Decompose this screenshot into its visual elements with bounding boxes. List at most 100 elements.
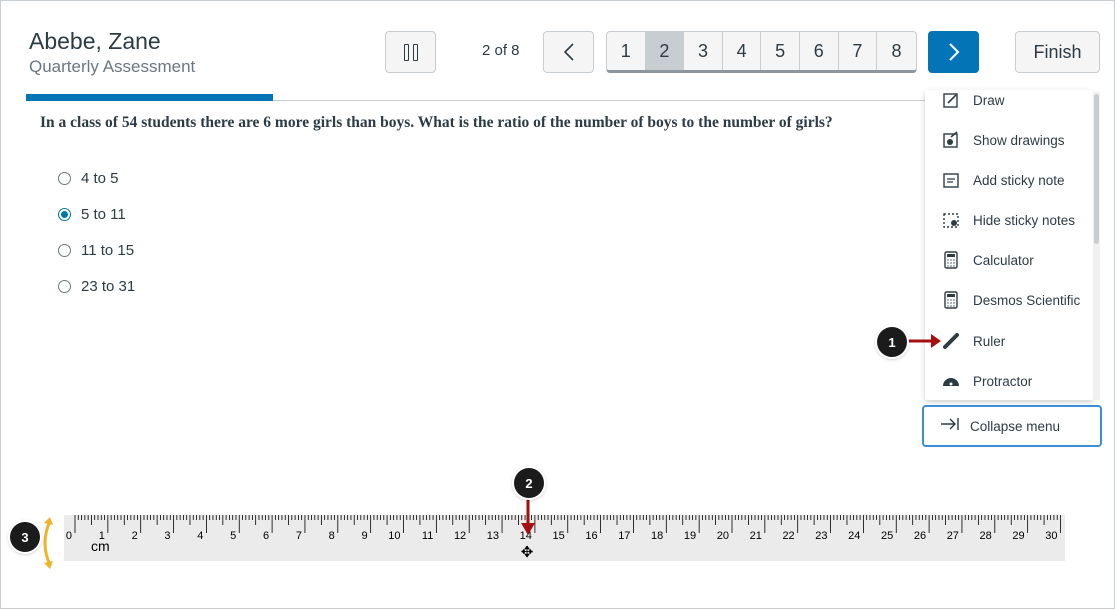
ruler-tick-label: 9	[362, 530, 368, 542]
page-button-3[interactable]: 3	[684, 32, 723, 70]
calculator-icon	[941, 250, 961, 270]
ruler-tick-label: 25	[881, 530, 893, 542]
tools-menu-item-label: Hide sticky notes	[973, 212, 1076, 228]
ruler-tick-label: 21	[750, 530, 762, 542]
page-button-6[interactable]: 6	[800, 32, 839, 70]
answer-options: 4 to 5 5 to 11 11 to 15 23 to 31	[58, 160, 135, 304]
ruler-rotate-handle-icon[interactable]	[36, 515, 56, 571]
tools-menu-item-calculator[interactable]: Calculator	[925, 240, 1093, 280]
ruler-tick-label: 6	[263, 530, 269, 542]
radio-button[interactable]	[58, 243, 71, 257]
chevron-right-icon	[948, 43, 959, 61]
ruler-tick-label: 27	[947, 530, 959, 542]
progress-bar	[26, 94, 274, 101]
ruler-tick-label: 17	[618, 530, 630, 542]
ruler-tick-label: 7	[296, 530, 302, 542]
tools-menu-item-desmos-scientific[interactable]: Desmos Scientific	[925, 280, 1093, 320]
tools-menu-item-label: Protractor	[973, 373, 1033, 389]
callout-1-arrow	[905, 334, 941, 348]
ruler-tick-label: 26	[914, 530, 926, 542]
ruler-scale: 0 1 2 3 4 5 6 7 8 9 10 11 12 13 14 15 16 17 18 19 20 21 22 23 24…	[66, 515, 1061, 542]
ruler-tick-label: 2	[132, 530, 138, 542]
next-button[interactable]	[928, 31, 979, 73]
collapse-icon	[940, 416, 960, 436]
answer-option-label: 11 to 15	[81, 241, 135, 259]
collapse-menu-label: Collapse menu	[970, 418, 1061, 434]
answer-option[interactable]: 23 to 31	[58, 268, 135, 304]
question-counter: 2 of 8	[482, 42, 520, 59]
tools-menu-item-label: Calculator	[973, 252, 1034, 268]
draw-icon	[941, 90, 961, 110]
tools-menu-item-label: Add sticky note	[973, 172, 1065, 188]
tools-menu-scroll-thumb[interactable]	[1094, 94, 1099, 244]
page-button-4[interactable]: 4	[723, 32, 762, 70]
ruler-tick-label: 15	[553, 530, 565, 542]
question-text: In a class of 54 students there are 6 mo…	[40, 114, 833, 131]
answer-option-label: 5 to 11	[81, 205, 126, 223]
ruler-tool[interactable]: 0 1 2 3 4 5 6 7 8 9 10 11 12 13 14 15 16 17 18 19 20 21 22 23 24…	[64, 515, 1065, 561]
finish-button[interactable]: Finish	[1015, 31, 1100, 73]
answer-option[interactable]: 5 to 11	[58, 196, 135, 232]
tools-menu-item-label: Show drawings	[973, 132, 1065, 148]
ruler-unit-label: cm	[91, 538, 110, 554]
tools-menu-item-label: Ruler	[973, 333, 1006, 349]
tools-menu-item-protractor[interactable]: Protractor	[925, 361, 1093, 400]
ruler-tick-label: 10	[388, 530, 400, 542]
pause-icon-bar	[412, 43, 418, 61]
ruler-tick-label: 8	[329, 530, 335, 542]
ruler-tick-label: 22	[782, 530, 794, 542]
ruler-tick-label: 0	[66, 530, 72, 542]
tools-menu-item-show-drawings[interactable]: Show drawings	[925, 120, 1093, 160]
ruler-tick-label: 13	[487, 530, 499, 542]
ruler-move-icon[interactable]: ✥	[519, 545, 535, 561]
ruler-tick-label: 12	[454, 530, 466, 542]
radio-button[interactable]	[58, 207, 71, 221]
ruler-tick-label: 23	[815, 530, 827, 542]
pause-icon	[403, 43, 409, 61]
tools-menu-item-label: Desmos Scientific	[973, 292, 1081, 308]
ruler-tick-label: 19	[684, 530, 696, 542]
callout-1: 1	[877, 327, 907, 357]
ruler-tick-label: 28	[980, 530, 992, 542]
ruler-tick-label: 18	[651, 530, 663, 542]
desmos-calculator-icon	[941, 290, 961, 310]
ruler-tick-label: 11	[422, 530, 433, 542]
tools-menu: Draw Show drawings Add sticky note Hide sti…	[925, 90, 1093, 400]
page-button-2[interactable]: 2	[645, 32, 685, 70]
tools-menu-item-hide-sticky-notes[interactable]: Hide sticky notes	[925, 200, 1093, 240]
question-pager: 12345678	[606, 31, 917, 73]
answer-option-label: 4 to 5	[81, 169, 119, 187]
page-button-1[interactable]: 1	[607, 32, 646, 70]
ruler-tick-label: 20	[717, 530, 729, 542]
page-button-8[interactable]: 8	[877, 32, 916, 70]
show-drawings-icon	[941, 130, 961, 150]
sticky-note-icon	[941, 170, 961, 190]
chevron-left-icon	[563, 43, 574, 61]
answer-option-label: 23 to 31	[81, 277, 136, 295]
ruler-tick-label: 3	[164, 530, 170, 542]
pause-button[interactable]	[385, 31, 436, 73]
radio-button[interactable]	[58, 171, 71, 185]
tools-menu-item-ruler[interactable]: Ruler	[925, 321, 1093, 361]
collapse-menu-button[interactable]: Collapse menu	[922, 405, 1102, 447]
page-button-7[interactable]: 7	[839, 32, 878, 70]
callout-3: 3	[10, 522, 40, 552]
ruler-tick-label: 5	[230, 530, 236, 542]
protractor-icon	[941, 371, 961, 391]
radio-button[interactable]	[58, 279, 71, 293]
page-button-5[interactable]: 5	[761, 32, 800, 70]
test-name: Quarterly Assessment	[29, 57, 196, 76]
tools-menu-item-draw[interactable]: Draw	[925, 90, 1093, 120]
ruler-tick-label: 30	[1045, 530, 1057, 542]
ruler-icon	[941, 331, 961, 351]
tools-menu-item-add-sticky-note[interactable]: Add sticky note	[925, 160, 1093, 200]
callout-2: 2	[514, 468, 544, 498]
tools-menu-item-label: Draw	[973, 92, 1005, 108]
answer-option[interactable]: 4 to 5	[58, 160, 135, 196]
ruler-tick-label: 29	[1012, 530, 1024, 542]
ruler-tick-label: 16	[585, 530, 597, 542]
previous-button[interactable]	[543, 31, 594, 73]
student-name: Abebe, Zane	[29, 28, 161, 54]
hide-sticky-notes-icon	[941, 210, 961, 230]
answer-option[interactable]: 11 to 15	[58, 232, 135, 268]
